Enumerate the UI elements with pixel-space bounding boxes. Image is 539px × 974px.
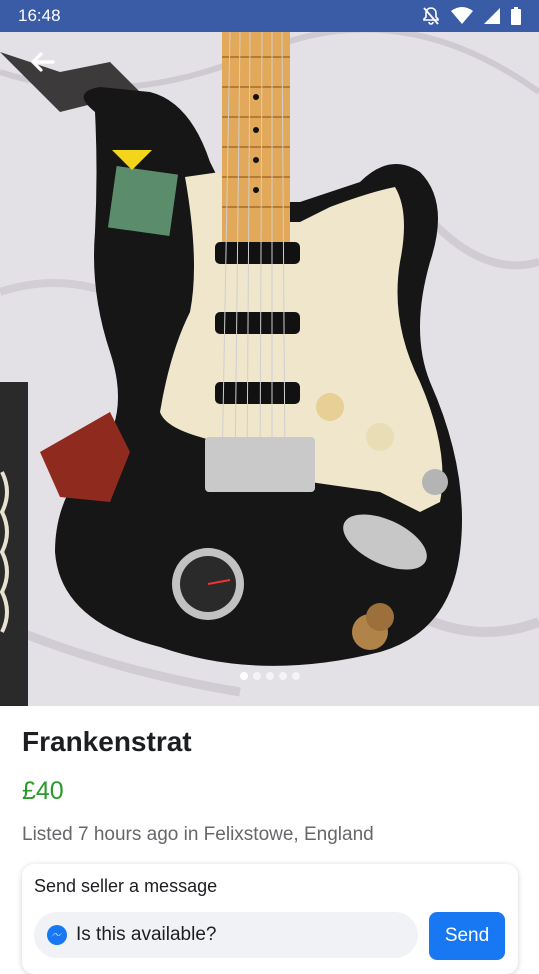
back-button[interactable] xyxy=(22,44,62,80)
page-dot[interactable] xyxy=(291,672,300,680)
signal-icon xyxy=(484,8,500,24)
photo-pagination[interactable] xyxy=(0,672,539,680)
listing-price: £40 xyxy=(22,777,64,805)
page-dot[interactable] xyxy=(252,672,261,680)
message-input-text[interactable]: Is this available? xyxy=(76,924,216,946)
send-button[interactable]: Send xyxy=(429,912,505,960)
page-dot[interactable] xyxy=(265,672,274,680)
message-card: Send seller a message Is this available?… xyxy=(22,864,518,974)
status-bar: 16:48 xyxy=(0,0,539,32)
wifi-icon xyxy=(451,7,473,24)
page-dot-active[interactable] xyxy=(239,672,248,680)
listing-meta: Listed 7 hours ago in Felixstowe, Englan… xyxy=(22,824,374,845)
arrow-left-icon xyxy=(31,52,55,72)
message-heading: Send seller a message xyxy=(34,876,218,896)
listing-title: Frankenstrat xyxy=(22,726,192,757)
battery-icon xyxy=(511,7,521,25)
guitar-photo xyxy=(0,32,539,706)
message-input[interactable]: Is this available? xyxy=(34,912,418,958)
notifications-off-icon xyxy=(423,7,439,25)
status-time: 16:48 xyxy=(18,6,61,25)
messenger-icon xyxy=(47,925,67,945)
page-dot[interactable] xyxy=(278,672,287,680)
status-icons xyxy=(421,6,521,26)
listing-photo[interactable] xyxy=(0,32,539,706)
